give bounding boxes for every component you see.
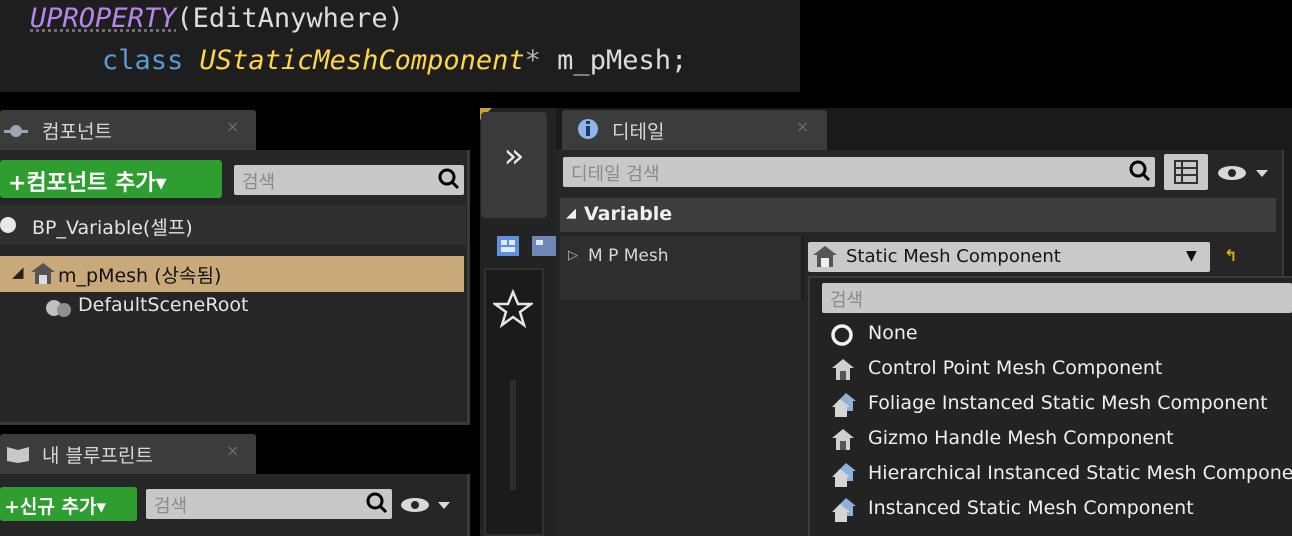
option-label: None [868, 322, 918, 344]
column-splitter[interactable] [802, 236, 804, 300]
layout-grid-icon[interactable] [496, 234, 558, 262]
components-icon [4, 125, 28, 137]
blueprint-search-input[interactable]: 검색 [146, 489, 392, 519]
code-line-declaration: class UStaticMeshComponent* m_pMesh; [102, 45, 687, 76]
tab-label: 내 블루프린트 [42, 445, 153, 467]
pointer-token: * [524, 45, 541, 76]
macro-args-token: (EditAnywhere) [176, 3, 404, 34]
instanced-mesh-icon [832, 498, 856, 522]
tab-label: 컴포넌트 [42, 121, 112, 143]
tab-label: 디테일 [612, 121, 665, 143]
option-instanced-static-mesh[interactable]: Instanced Static Mesh Component [830, 495, 1292, 525]
property-matrix-button[interactable] [1164, 154, 1208, 190]
tree-row-root[interactable]: BP_Variable(셀프) [0, 205, 466, 245]
tab-components[interactable]: 컴포넌트 × [0, 110, 256, 150]
option-label: Control Point Mesh Component [868, 357, 1163, 379]
expand-arrow-icon[interactable]: ◢ [12, 263, 24, 281]
close-icon[interactable]: × [796, 117, 809, 136]
star-favorite-icon[interactable] [493, 289, 533, 329]
option-label: Hierarchical Instanced Static Mesh Compo… [868, 462, 1292, 484]
tree-row-label: m_pMesh (상속됨) [58, 265, 222, 287]
keyword-token: class [102, 45, 184, 76]
code-line-uproperty: UPROPERTY(EditAnywhere) [30, 3, 404, 34]
tab-my-blueprint[interactable]: 내 블루프린트 × [0, 434, 256, 474]
property-name-label: M P Mesh [588, 246, 669, 266]
macro-token: UPROPERTY [30, 3, 177, 34]
option-foliage-instanced[interactable]: Foliage Instanced Static Mesh Component [830, 390, 1292, 420]
book-icon [7, 447, 29, 463]
search-icon [1129, 160, 1151, 182]
search-placeholder: 검색 [830, 290, 864, 311]
instanced-mesh-icon [832, 393, 856, 417]
scene-root-icon [46, 300, 71, 317]
expand-toolbar-button[interactable]: » [481, 112, 547, 218]
search-placeholder: 검색 [242, 172, 276, 193]
collapse-arrow-icon[interactable]: ◢ [566, 206, 576, 221]
option-control-point-mesh[interactable]: Control Point Mesh Component [830, 355, 1292, 385]
search-placeholder: 디테일 검색 [571, 164, 660, 185]
static-mesh-icon [31, 263, 55, 284]
mesh-component-icon [832, 359, 854, 380]
close-icon[interactable]: × [226, 441, 239, 460]
option-label: Gizmo Handle Mesh Component [868, 427, 1174, 449]
category-label: Variable [584, 203, 673, 225]
variable-token: m_pMesh; [540, 45, 688, 76]
instanced-mesh-icon [832, 463, 856, 487]
search-placeholder: 검색 [154, 496, 188, 517]
type-token: UStaticMeshComponent [199, 45, 525, 76]
dropdown-value: Static Mesh Component [846, 246, 1061, 267]
toolbar-scrollbar[interactable] [510, 380, 516, 490]
option-label: Foliage Instanced Static Mesh Component [868, 392, 1268, 414]
mesh-component-icon [832, 429, 854, 450]
option-hierarchical-instanced[interactable]: Hierarchical Instanced Static Mesh Compo… [830, 460, 1292, 490]
search-icon [438, 168, 460, 190]
tree-row-default-scene-root[interactable]: DefaultSceneRoot [40, 293, 460, 323]
option-gizmo-handle-mesh[interactable]: Gizmo Handle Mesh Component [830, 425, 1292, 455]
option-label: Instanced Static Mesh Component [868, 497, 1194, 519]
search-icon [366, 492, 388, 514]
class-picker-search-input[interactable]: 검색 [822, 283, 1292, 313]
category-variable-header[interactable]: ◢ Variable [560, 198, 1276, 232]
expand-arrow-icon[interactable]: ▷ [568, 248, 578, 263]
components-search-input[interactable]: 검색 [234, 165, 464, 195]
component-class-dropdown[interactable]: Static Mesh Component ▼ [808, 242, 1210, 272]
none-circle-icon [831, 324, 853, 346]
sphere-icon [0, 217, 16, 233]
tree-row-label: DefaultSceneRoot [78, 294, 249, 316]
option-none[interactable]: None [830, 320, 1292, 350]
reset-to-default-icon[interactable]: ↰ [1224, 246, 1237, 265]
tree-row-label: BP_Variable(셀프) [32, 217, 193, 239]
static-mesh-icon [813, 246, 837, 267]
code-editor-snippet: UPROPERTY(EditAnywhere) class UStaticMes… [0, 0, 800, 92]
details-visibility-eye-icon[interactable] [1216, 162, 1270, 184]
close-icon[interactable]: × [226, 117, 239, 136]
chevron-down-icon: ▼ [1186, 248, 1197, 264]
property-name-cell: ▷ M P Mesh [560, 236, 800, 300]
info-icon [578, 119, 598, 139]
tab-details[interactable]: 디테일 × [562, 110, 827, 150]
add-component-button[interactable]: +컴포넌트 추가▾ [0, 160, 222, 198]
details-search-input[interactable]: 디테일 검색 [563, 157, 1155, 187]
grid-list-icon [1174, 160, 1198, 184]
tree-row-selected[interactable]: ◢ m_pMesh (상속됨) [0, 256, 464, 292]
add-new-button[interactable]: +신규 추가▾ [0, 487, 137, 521]
visibility-eye-icon[interactable] [400, 494, 452, 516]
